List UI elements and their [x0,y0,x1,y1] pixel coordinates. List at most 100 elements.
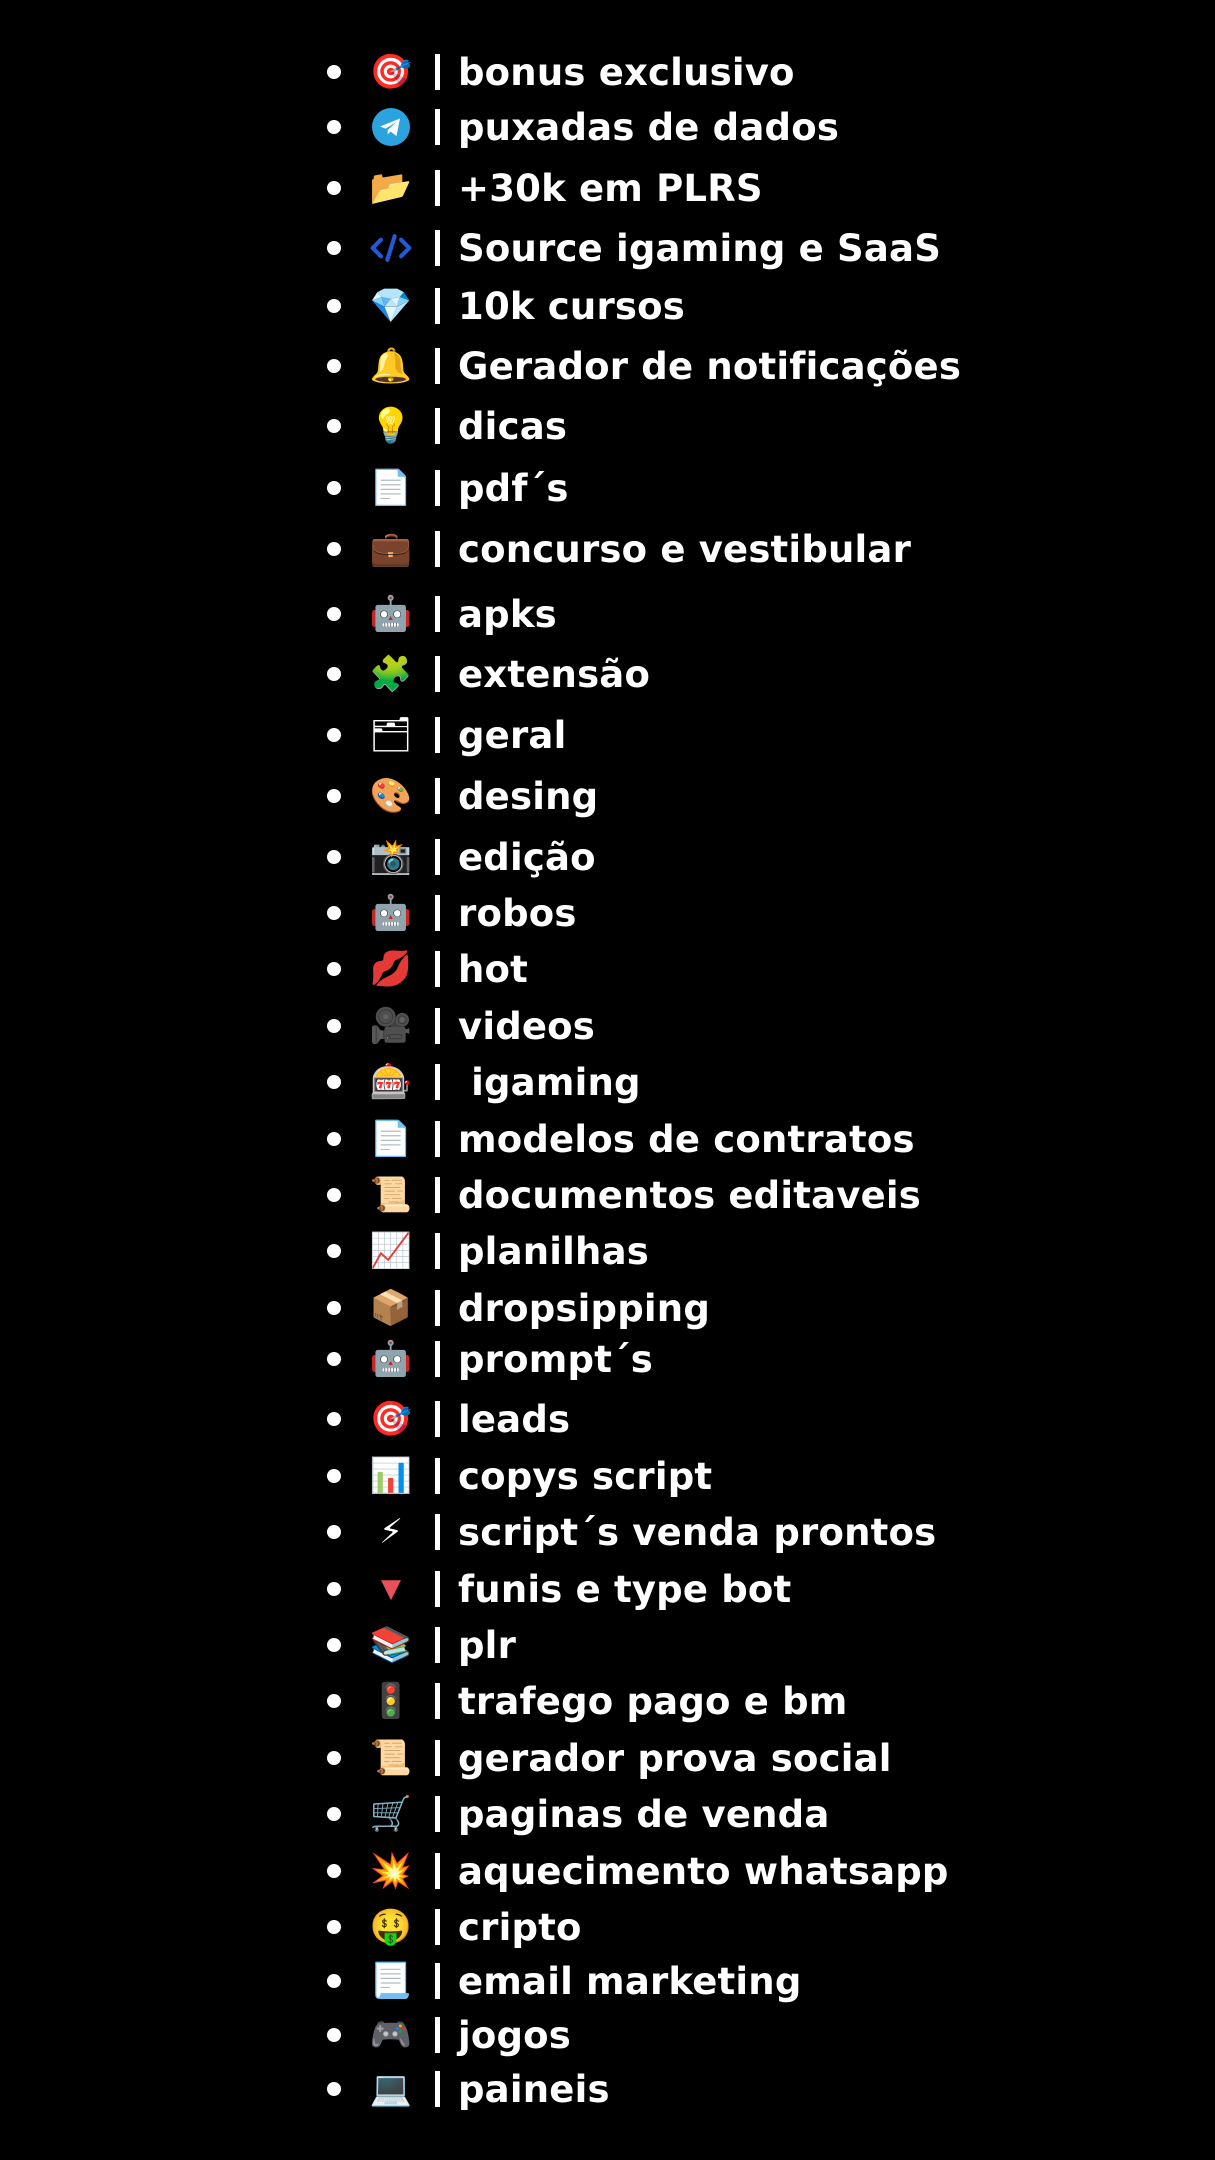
list-item[interactable]: 💋 hot [327,941,528,997]
list-item[interactable]: 🎰 igaming [327,1054,641,1110]
separator [435,1121,440,1157]
diamond-icon: 💎 [369,286,413,326]
separator [435,348,440,384]
list-item-label: documentos editaveis [458,1173,922,1217]
list-item[interactable]: 💡 dicas [327,398,567,454]
list-item[interactable]: 🤖 prompt´s [327,1331,653,1387]
telegram-icon [369,105,413,149]
list-item[interactable]: 🎯 leads [327,1391,570,1447]
list-item[interactable]: 📃 email marketing [327,1953,802,2009]
bullet [327,1638,341,1652]
bullet [327,1694,341,1708]
list-item[interactable]: 📸 edição [327,829,596,885]
bullet [327,906,341,920]
palette-icon: 🎨 [369,776,413,816]
list-item[interactable]: 🤖 robos [327,885,577,941]
list-item[interactable]: 📄 pdf´s [327,460,569,516]
bullet [327,299,341,313]
robot-icon: 🤖 [369,893,413,933]
list-item-label: extensão [458,652,651,696]
list-item[interactable]: 📦 dropsipping [327,1280,710,1336]
list-item-label: copys script [458,1454,713,1498]
list-item[interactable]: 📚 plr [327,1617,516,1673]
bullet [327,728,341,742]
list-item[interactable]: 📄 modelos de contratos [327,1111,915,1167]
separator [435,109,440,145]
list-item-label: paginas de venda [458,1792,830,1836]
list-item[interactable]: 🗂 geral [327,707,566,763]
list-item[interactable]: 📊 copys script [327,1448,712,1504]
bullet [327,120,341,134]
bullet [327,1974,341,1988]
puzzle-icon: 🧩 [369,654,413,694]
list-item[interactable]: 📜 documentos editaveis [327,1167,921,1223]
list-item[interactable]: 🚦 trafego pago e bm [327,1673,848,1729]
list-item[interactable]: 🤑 cripto [327,1899,582,1955]
list-item[interactable]: 🎨 desing [327,768,598,824]
separator [435,895,440,931]
curled-page-icon: 📃 [369,1961,413,2001]
separator [435,1853,440,1889]
slot-machine-icon: 🎰 [369,1062,413,1102]
list-item[interactable]: 🔔 Gerador de notificações [327,338,961,394]
bullet [327,1469,341,1483]
list-item-label: jogos [458,2013,572,2057]
bullet [327,1807,341,1821]
list-item[interactable]: 📈 planilhas [327,1223,649,1279]
list-item-label: bonus exclusivo [458,50,795,94]
list-item-label: puxadas de dados [458,105,840,149]
card-index-icon: 🗂 [369,715,413,755]
money-face-icon: 🤑 [369,1907,413,1947]
list-item[interactable]: ⚡ script´s venda prontos [327,1504,936,1560]
target-icon: 🎯 [369,1399,413,1439]
list-item-label: script´s venda prontos [458,1510,937,1554]
list-item[interactable]: 🛒 paginas de venda [327,1786,830,1842]
separator [435,470,440,506]
list-item-label: desing [458,774,599,818]
list-item[interactable]: 💼 concurso e vestibular [327,521,911,577]
separator [435,1909,440,1945]
separator [435,1514,440,1550]
bell-icon: 🔔 [369,346,413,386]
list-item[interactable]: 🤖 apks [327,586,557,642]
separator [435,1401,440,1437]
bullet [327,1188,341,1202]
list-item[interactable]: 🧩 extensão [327,646,650,702]
list-item[interactable]: 🎯 bonus exclusivo [327,44,795,100]
list-item-label: funis e type bot [458,1567,792,1611]
bullet [327,1019,341,1033]
list-item-label: Source igaming e SaaS [458,226,942,270]
list-item[interactable]: 💥 aquecimento whatsapp [327,1843,949,1899]
bullet [327,1751,341,1765]
scroll-icon: 📜 [369,1175,413,1215]
list-item[interactable]: ▼ funis e type bot [327,1561,791,1617]
list-item[interactable]: 📂 +30k em PLRS [327,160,763,216]
list-item[interactable]: 🎥 videos [327,998,595,1054]
list-item[interactable]: puxadas de dados [327,99,839,155]
lightning-icon: ⚡ [379,1512,403,1552]
bullet [327,65,341,79]
bullet [327,1525,341,1539]
separator [435,778,440,814]
list-item-label: geral [458,713,567,757]
list-item[interactable]: 💎 10k cursos [327,278,685,334]
traffic-light-icon: 🚦 [369,1681,413,1721]
separator [435,656,440,692]
lips-icon: 💋 [369,949,413,989]
separator [435,1796,440,1832]
list-item-label: gerador prova social [458,1736,892,1780]
separator [435,1177,440,1213]
separator [435,1008,440,1044]
list-item-label: dicas [458,404,568,448]
bullet [327,850,341,864]
list-item-label: email marketing [458,1959,802,2003]
list-item[interactable]: 📜 gerador prova social [327,1730,892,1786]
bullet [327,181,341,195]
separator [435,1233,440,1269]
list-item[interactable]: 💻 paineis [327,2061,610,2117]
list-item-label: prompt´s [458,1337,654,1381]
list-item[interactable]: 🎮 jogos [327,2007,571,2063]
list-item[interactable]: Source igaming e SaaS [327,220,941,276]
separator [435,1683,440,1719]
separator [435,2017,440,2053]
